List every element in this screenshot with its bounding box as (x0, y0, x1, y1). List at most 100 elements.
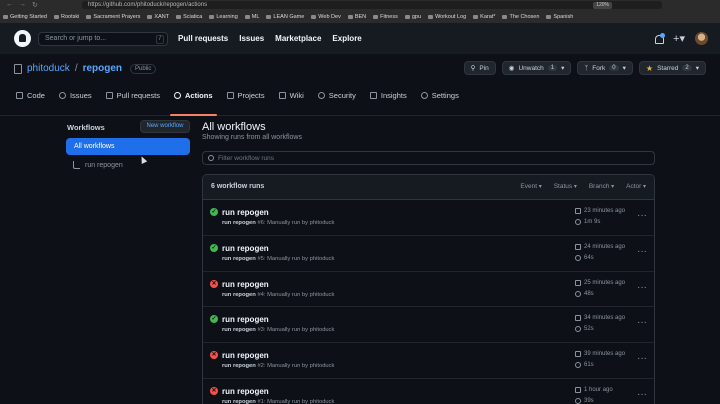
run-title-link[interactable]: run repogen (222, 351, 269, 360)
bookmark-item[interactable]: Rootski (54, 14, 79, 20)
bookmark-label: gpu (411, 13, 422, 20)
run-title-link[interactable]: run repogen (222, 208, 269, 217)
run-details: #1: Manually run by phitoduck (255, 398, 335, 404)
kebab-menu-icon[interactable]: ··· (637, 318, 647, 328)
kebab-menu-icon[interactable]: ··· (637, 246, 647, 256)
run-duration-text: 61s (584, 362, 594, 369)
address-bar[interactable]: https://github.com/phitoduck/repogen/act… (82, 1, 662, 9)
workflow-run-row[interactable]: ✕ run repogen run repogen #2: Manually run… (203, 343, 654, 379)
run-timestamp: 1 hour ago (575, 386, 613, 393)
bookmark-item[interactable]: Web Dev (311, 14, 341, 20)
security-icon (317, 92, 325, 99)
pin-button[interactable]: ⚲ Pin (463, 61, 496, 75)
bookmark-item[interactable]: Sacrament Prayers (86, 14, 140, 20)
run-title-link[interactable]: run repogen (222, 387, 269, 396)
new-workflow-button[interactable]: New workflow (140, 120, 190, 133)
zoom-level[interactable]: 120% (593, 1, 612, 9)
github-logo-icon[interactable] (14, 30, 31, 47)
bookmark-item[interactable]: Fitness (373, 14, 398, 20)
create-new-icon[interactable]: +▾ (673, 32, 685, 45)
reload-icon[interactable]: ↻ (32, 1, 38, 9)
kebab-menu-icon[interactable]: ··· (637, 389, 647, 399)
kebab-menu-icon[interactable]: ··· (637, 211, 647, 221)
avatar[interactable] (695, 32, 708, 45)
bookmark-item[interactable]: ML (244, 13, 260, 20)
workflow-run-row[interactable]: ✓ run repogen run repogen #5: Manually run… (203, 235, 654, 272)
run-duration-text: 1m 9s (584, 219, 601, 225)
kebab-menu-icon[interactable]: ··· (637, 282, 647, 292)
tab-settings[interactable]: Settings (420, 90, 459, 114)
filter-actor-dropdown[interactable]: Actor (626, 183, 646, 190)
starred-button[interactable]: ★ Starred 2 ▾ (638, 61, 706, 75)
repo-header: phitoduck / repogen Public ⚲ Pin ◉ Unwatch… (0, 54, 720, 116)
workflow-run-row[interactable]: ✓ run repogen run repogen #3: Manually run… (203, 307, 654, 344)
run-time-text: 1 hour ago (584, 386, 613, 393)
header-link[interactable]: Explore (332, 34, 361, 43)
bookmark-label: Rootski (61, 13, 80, 20)
filter-event-dropdown[interactable]: Event (520, 183, 541, 190)
folder-icon (244, 14, 250, 19)
runs-header: 6 workflow runs Event Status Branch Actor (203, 175, 654, 200)
tab-actions[interactable]: Actions (170, 90, 216, 116)
header-link[interactable]: Issues (239, 34, 264, 43)
back-icon[interactable]: ← (6, 1, 13, 9)
folder-icon (176, 14, 182, 19)
chevron-down-icon: ▾ (561, 65, 565, 72)
run-description: run repogen #1: Manually run by phitoduc… (222, 399, 334, 404)
run-title-link[interactable]: run repogen (222, 280, 269, 289)
bookmark-label: ML (251, 13, 260, 20)
stopwatch-icon (575, 397, 581, 404)
workflow-icon (73, 161, 80, 169)
bookmark-item[interactable]: gpu (404, 13, 422, 20)
sidebar-workflow-item[interactable]: run repogen (73, 161, 123, 169)
bookmark-item[interactable]: The Chosen (502, 14, 539, 20)
tab-code[interactable]: Code (16, 90, 45, 114)
kebab-menu-icon[interactable]: ··· (637, 354, 647, 364)
failure-x-icon: ✕ (210, 351, 218, 360)
folder-icon (209, 14, 215, 19)
tab-issues[interactable]: Issues (58, 90, 92, 114)
filter-runs-input[interactable]: Filter workflow runs (202, 151, 655, 165)
notification-bell-icon[interactable] (654, 32, 666, 44)
workflows-heading: Workflows (67, 123, 105, 132)
bookmark-item[interactable]: Sciatica (176, 14, 202, 20)
forward-icon[interactable]: → (19, 1, 26, 9)
filter-status-dropdown[interactable]: Status (554, 183, 577, 190)
bookmark-item[interactable]: Learning (209, 14, 238, 20)
workflow-run-row[interactable]: ✕ run repogen run repogen #1: Manually run… (203, 378, 654, 404)
bookmark-item[interactable]: Karat* (473, 14, 495, 20)
header-link[interactable]: Marketplace (275, 34, 321, 43)
search-input[interactable]: Search or jump to... / (38, 32, 168, 46)
tab-insights[interactable]: Insights (369, 90, 407, 114)
filter-branch-dropdown[interactable]: Branch (589, 183, 614, 190)
tab-security[interactable]: Security (317, 90, 356, 114)
unwatch-button[interactable]: ◉ Unwatch 1 ▾ (501, 61, 572, 75)
tab-projects[interactable]: Projects (226, 90, 265, 114)
repo-name-link[interactable]: repogen (83, 63, 122, 74)
run-time-text: 39 minutes ago (584, 351, 626, 358)
run-duration: 52s (575, 326, 594, 333)
tab-label: Settings (431, 91, 459, 100)
bookmark-item[interactable]: Spanish (546, 14, 573, 20)
tab-wiki[interactable]: Wiki (278, 90, 304, 114)
repo-tabs: Code Issues Pull requests Actions Projects Wi… (16, 90, 459, 116)
bookmark-item[interactable]: Workout Log (428, 14, 466, 20)
watch-count: 1 (547, 65, 558, 71)
bookmark-item[interactable]: XANT (147, 14, 169, 20)
fork-button[interactable]: ᛉ Fork 0 ▾ (577, 61, 633, 75)
workflow-run-row[interactable]: ✕ run repogen run repogen #4: Manually run… (203, 271, 654, 308)
run-title-link[interactable]: run repogen (222, 244, 269, 253)
header-link[interactable]: Pull requests (178, 34, 228, 43)
page-title: All workflows (202, 121, 266, 133)
bookmark-item[interactable]: LEAN Game (266, 14, 304, 20)
run-title-link[interactable]: run repogen (222, 315, 269, 324)
stopwatch-icon (575, 290, 581, 297)
bookmark-label: BEN (354, 13, 367, 20)
repo-owner-link[interactable]: phitoduck (27, 63, 70, 74)
bookmark-item[interactable]: BEN (347, 13, 367, 20)
run-workflow-name: run repogen (222, 363, 256, 370)
tab-pull-requests[interactable]: Pull requests (105, 90, 160, 114)
workflow-run-row[interactable]: ✓ run repogen run repogen #6: Manually run… (203, 200, 654, 236)
bookmark-item[interactable]: Getting Started (3, 14, 47, 20)
all-workflows-item[interactable]: All workflows (66, 138, 190, 155)
